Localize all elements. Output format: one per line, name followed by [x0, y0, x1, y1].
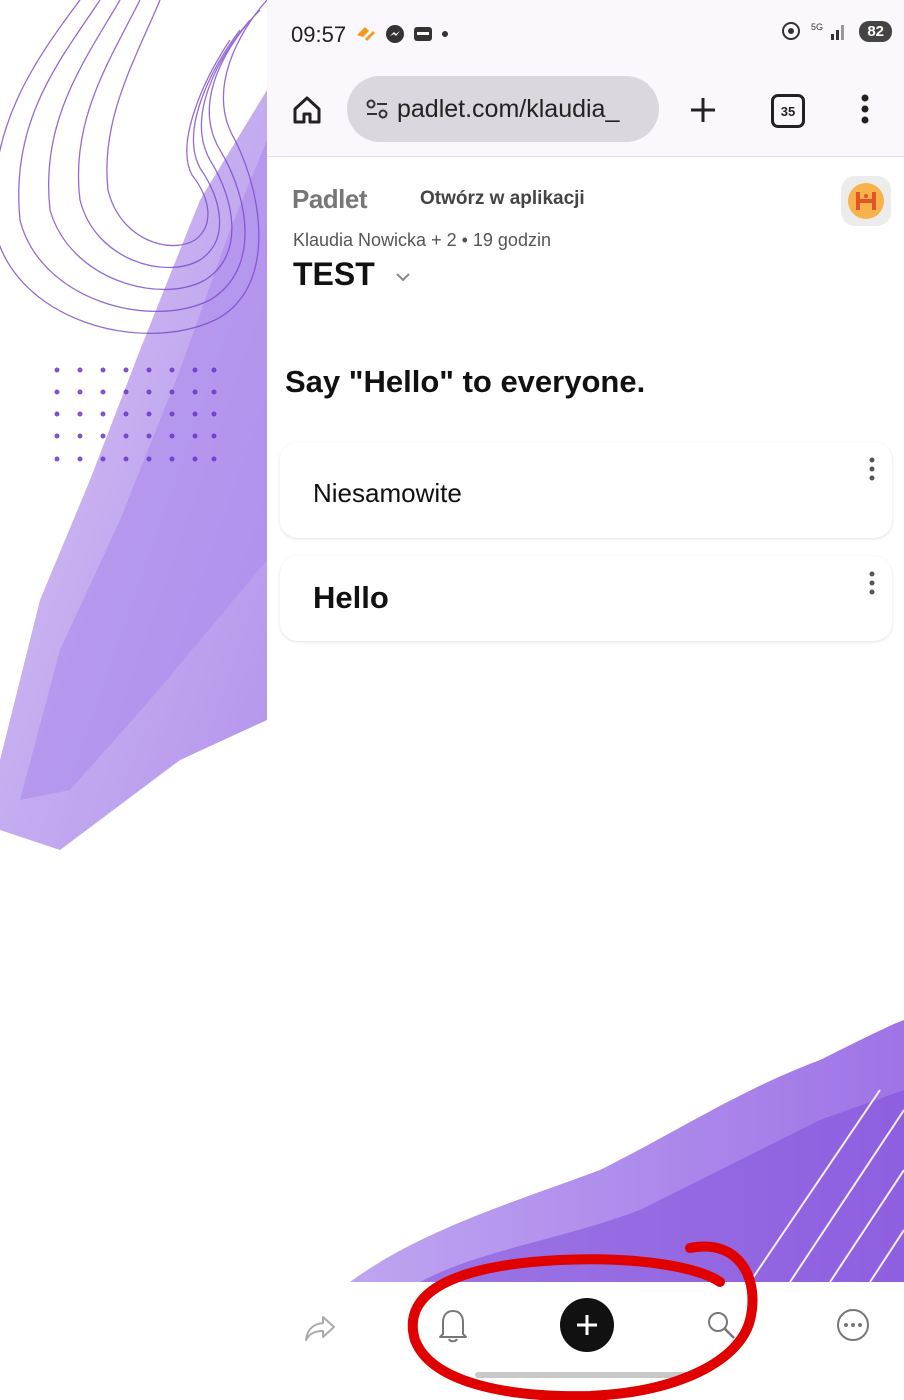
search-icon[interactable] — [704, 1308, 738, 1342]
post-text: Hello — [313, 580, 389, 615]
status-time: 09:57 — [291, 22, 347, 47]
url-text[interactable]: padlet.com/klaudia_ — [397, 95, 642, 124]
padlet-header: Padlet Otwórz w aplikacji Klaudia Nowick… — [267, 158, 904, 308]
site-settings-icon[interactable] — [365, 98, 389, 120]
notifications-button[interactable] — [432, 1304, 474, 1346]
post-more-icon[interactable] — [864, 456, 880, 482]
chevron-down-icon[interactable] — [394, 271, 412, 283]
add-icon[interactable] — [573, 1311, 601, 1339]
post-card[interactable]: Niesamowite — [280, 442, 892, 538]
more-options-button[interactable] — [832, 1304, 874, 1346]
padlet-logo[interactable]: Padlet — [292, 184, 368, 215]
address-bar[interactable]: padlet.com/klaudia_ — [347, 76, 659, 142]
tab-count: 35 — [780, 103, 796, 119]
battery-indicator: 82 — [859, 20, 892, 42]
share-icon[interactable] — [303, 1313, 337, 1343]
search-button[interactable] — [700, 1304, 742, 1346]
tab-switcher-button[interactable]: 35 — [771, 94, 805, 128]
home-icon[interactable] — [291, 94, 323, 126]
messenger-icon — [386, 25, 404, 43]
more-icon[interactable] — [835, 1307, 871, 1343]
share-button[interactable] — [300, 1308, 340, 1348]
post-text: Niesamowite — [313, 478, 462, 508]
user-avatar-icon — [848, 183, 884, 219]
signal-icon: 5G — [811, 22, 845, 40]
gesture-handle — [475, 1372, 697, 1378]
board-meta: Klaudia Nowicka + 2 • 19 godzin — [293, 230, 551, 250]
add-post-button[interactable] — [560, 1298, 614, 1352]
dot-icon — [442, 31, 448, 37]
app-notification-icon — [357, 27, 375, 41]
status-notification-icons — [355, 24, 449, 44]
post-more-icon[interactable] — [864, 570, 880, 596]
hotspot-icon — [782, 22, 801, 40]
status-system-icons: 5G 82 — [781, 20, 892, 42]
open-in-app-button[interactable]: Otwórz w aplikacji — [420, 188, 585, 210]
section-title: Say "Hello" to everyone. — [285, 364, 646, 399]
post-card[interactable]: Hello — [280, 556, 892, 641]
bell-icon[interactable] — [436, 1306, 470, 1344]
board-title-text[interactable]: TEST — [293, 256, 375, 292]
browser-toolbar: padlet.com/klaudia_ 35 — [267, 76, 904, 157]
board-title[interactable]: TEST — [293, 256, 412, 293]
wallet-icon — [414, 27, 432, 41]
avatar[interactable] — [841, 176, 891, 226]
browser-menu-icon[interactable] — [855, 92, 875, 126]
status-bar: 09:57 5G 82 — [267, 0, 904, 76]
svg-text:5G: 5G — [811, 22, 823, 32]
new-tab-icon[interactable] — [687, 94, 719, 126]
